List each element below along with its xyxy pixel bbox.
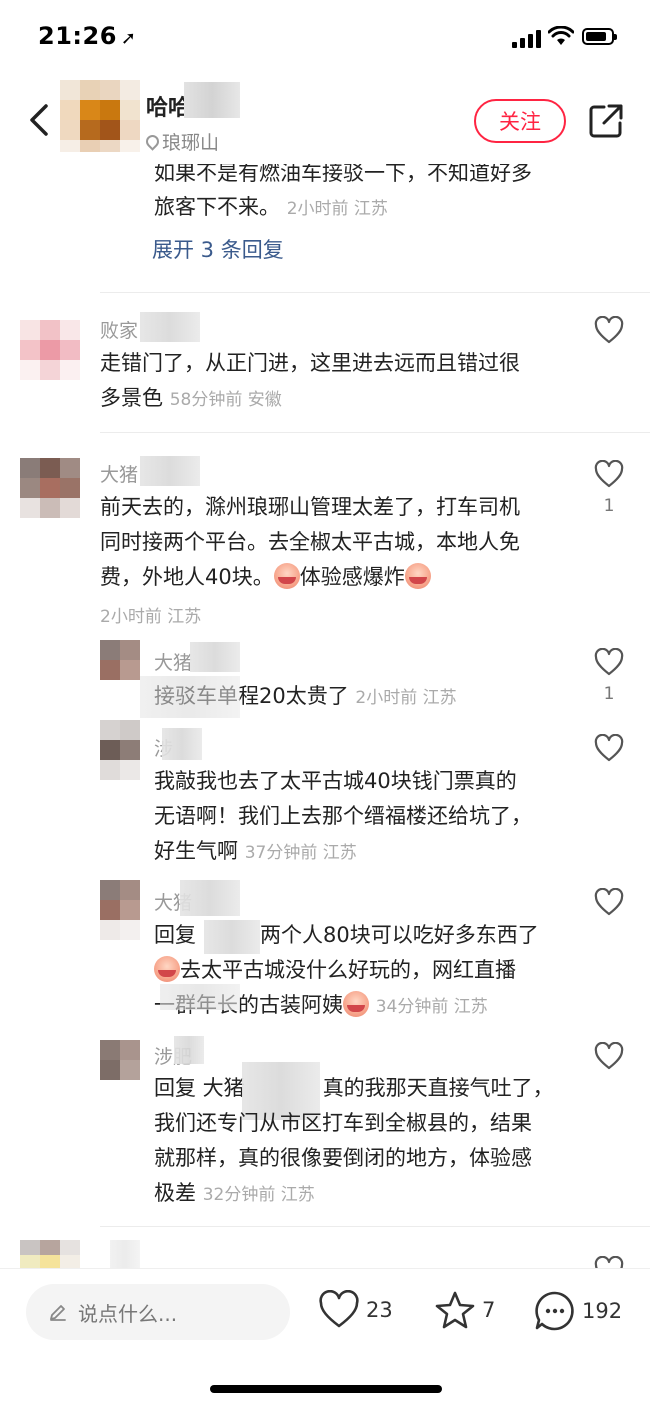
reply-username[interactable]: 大猪 (154, 648, 192, 675)
location-arrow-icon: ➚ (120, 28, 137, 49)
heart-icon[interactable] (594, 316, 624, 344)
reply-text: 无语啊！我们上去那个缙福楼还给坑了， (154, 804, 532, 828)
location-tag[interactable]: 琅琊山 (143, 128, 220, 155)
collect-button[interactable]: 7 (434, 1290, 495, 1330)
heart-icon[interactable] (594, 734, 624, 762)
star-icon (435, 1291, 475, 1329)
avatar[interactable] (100, 720, 140, 780)
avatar[interactable] (20, 320, 80, 380)
crying-emoji-icon (273, 563, 300, 589)
battery-icon (582, 28, 617, 45)
crying-emoji-icon (154, 956, 180, 982)
divider (100, 292, 650, 293)
comment-text: 如果不是有燃油车接驳一下，不知道好多 (154, 161, 532, 185)
like-button[interactable]: 23 (318, 1290, 393, 1330)
name-mosaic (180, 880, 240, 916)
reply-text: 我们还专门从市区打车到全椒县的，结果 (154, 1111, 532, 1135)
comment-input[interactable]: 说点什么... (26, 1284, 290, 1340)
name-mosaic (110, 1240, 140, 1270)
expand-replies-link[interactable]: 展开 3 条回复 (152, 234, 284, 264)
location-pin-icon (143, 132, 162, 151)
reply-text: 好生气啊 37分钟前 江苏 (154, 839, 357, 863)
name-mosaic (184, 82, 240, 118)
reply-text: 回复 大猪 真的我那天直接气吐了， (154, 1076, 554, 1100)
name-mosaic (190, 642, 240, 672)
comment-input-placeholder: 说点什么... (78, 1301, 178, 1326)
cellular-signal-icon (512, 30, 542, 48)
reply-text: 去太平古城没什么好玩的，网红直播 (154, 953, 516, 988)
share-icon[interactable] (586, 101, 626, 141)
status-time: 21:26 ➚ (38, 22, 137, 50)
comment-meta: 2小时前 江苏 (100, 607, 202, 627)
pen-icon (50, 1305, 66, 1321)
comment-count: 192 (582, 1299, 623, 1323)
avatar[interactable] (100, 640, 140, 680)
collect-count: 7 (482, 1298, 496, 1322)
like-count: 1 (603, 684, 615, 704)
comment-text: 费，外地人40块。 体验感爆炸 (100, 560, 431, 595)
comment-bubble-icon (535, 1291, 574, 1331)
name-mosaic (140, 312, 200, 342)
wifi-icon (548, 26, 574, 45)
comment-text: 前天去的，滁州琅琊山管理太差了，打车司机 (100, 495, 520, 519)
comment-text: 同时接两个平台。去全椒太平古城，本地人免 (100, 530, 520, 554)
reply-text: 我敲我也去了太平古城40块钱门票真的 (154, 769, 517, 793)
avatar[interactable] (100, 880, 140, 940)
avatar[interactable] (100, 1040, 140, 1080)
name-mosaic (162, 728, 202, 760)
avatar[interactable] (20, 1240, 80, 1270)
heart-icon[interactable] (594, 460, 624, 488)
reply-text: 就那样，真的很像要倒闭的地方，体验感 (154, 1146, 532, 1170)
name-mosaic (204, 920, 260, 954)
text-mosaic (160, 984, 240, 1010)
divider (100, 1226, 650, 1227)
reply-text: 极差 32分钟前 江苏 (154, 1181, 315, 1205)
crying-emoji-icon (404, 563, 431, 589)
name-mosaic (140, 456, 200, 486)
crying-emoji-icon (343, 991, 369, 1017)
author-avatar[interactable] (60, 80, 140, 160)
comment-username[interactable]: 大猪 (100, 460, 138, 487)
comment-text: 旅客下不来。 2小时前 江苏 (154, 195, 388, 219)
avatar[interactable] (20, 458, 80, 518)
heart-icon[interactable] (594, 648, 624, 676)
like-count: 1 (603, 496, 615, 516)
follow-button[interactable]: 关注 (474, 99, 566, 143)
back-arrow-icon[interactable] (22, 100, 56, 140)
location-label: 琅琊山 (162, 132, 220, 154)
comment-text: 多景色 58分钟前 安徽 (100, 386, 282, 410)
comments-button[interactable]: 192 (534, 1290, 622, 1332)
text-mosaic (140, 676, 240, 718)
heart-icon[interactable] (594, 1042, 624, 1070)
home-indicator (210, 1385, 442, 1393)
divider (100, 432, 650, 433)
heart-icon[interactable] (594, 888, 624, 916)
name-mosaic (174, 1036, 204, 1064)
comment-text: 走错门了，从正门进，这里进去远而且错过很 (100, 351, 520, 375)
heart-icon (319, 1290, 359, 1328)
like-count: 23 (366, 1298, 393, 1322)
comment-username[interactable]: 败家 (100, 316, 138, 343)
